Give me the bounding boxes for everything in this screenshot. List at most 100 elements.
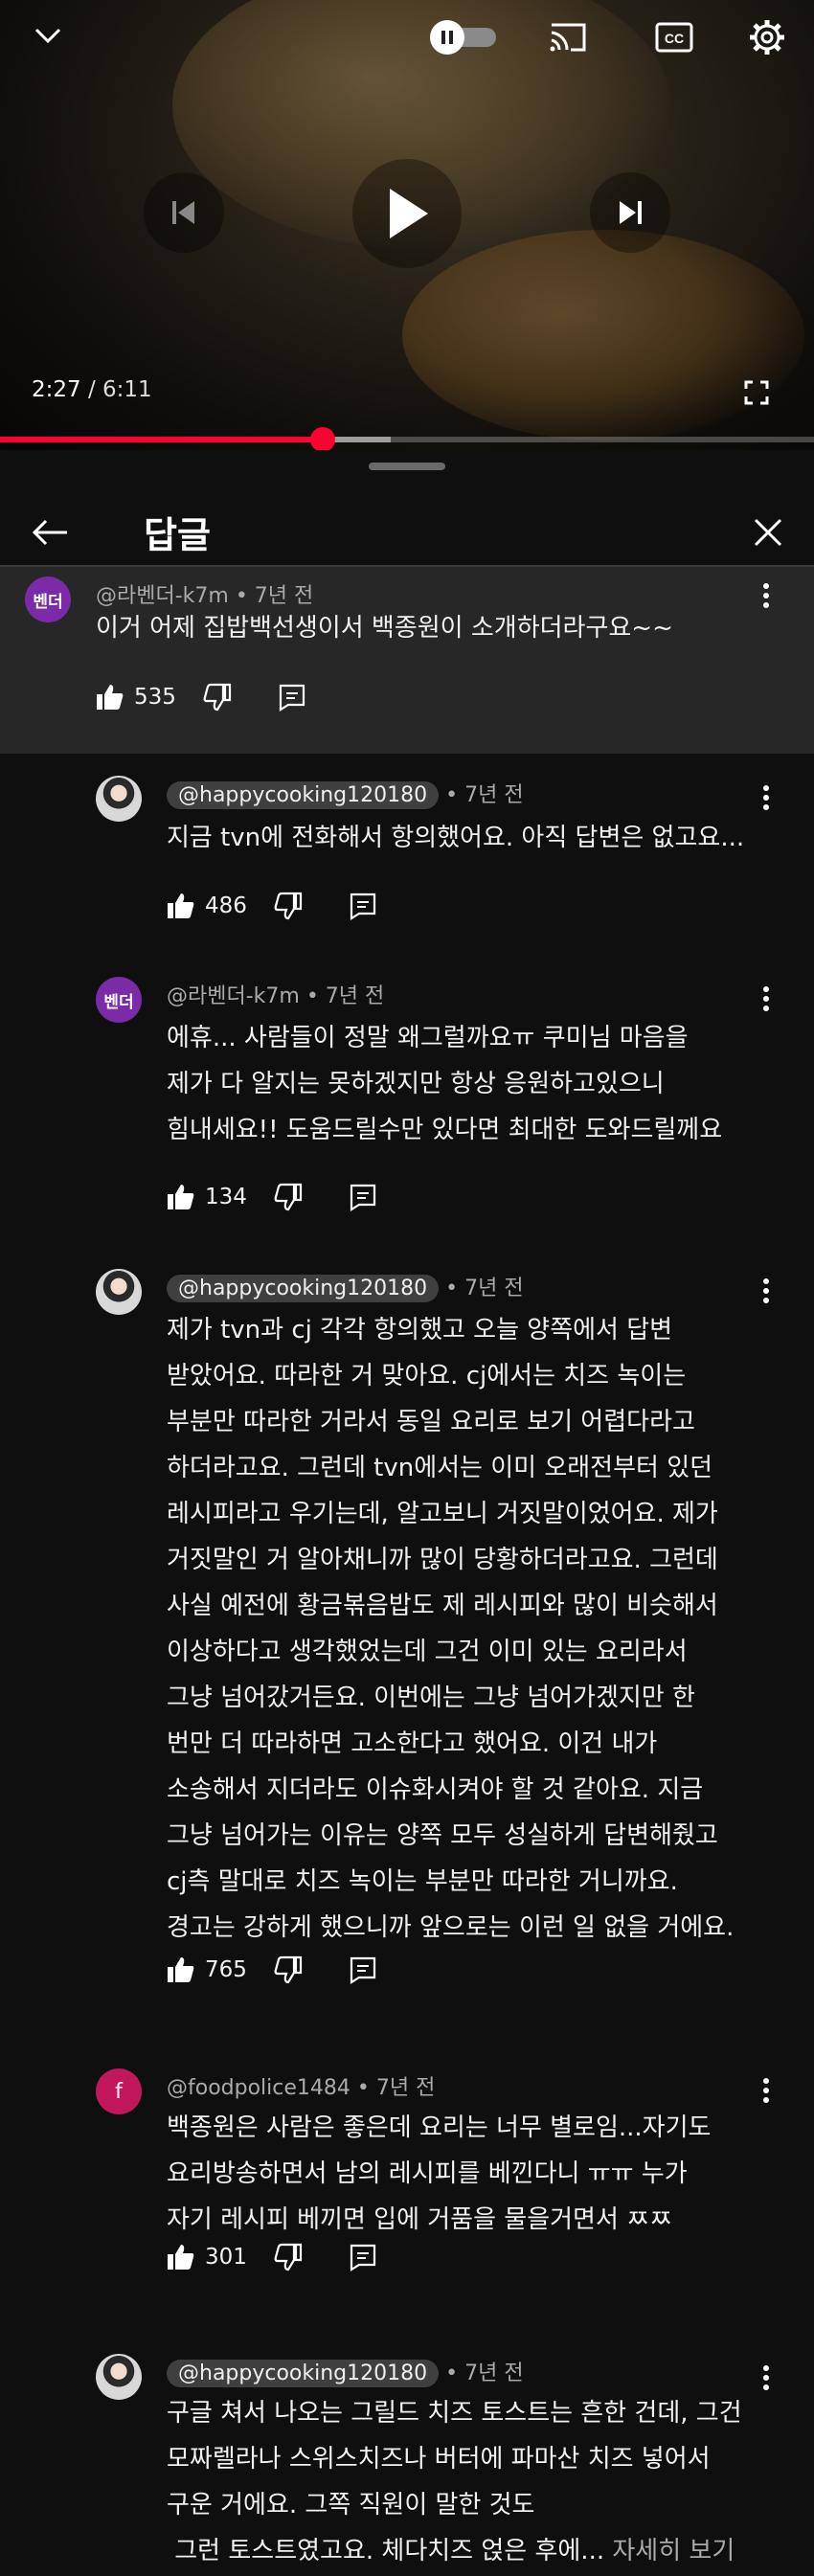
read-more-link[interactable]: 자세히 보기: [612, 2537, 735, 2565]
fullscreen-icon[interactable]: [739, 375, 774, 410]
comment-text: 구글 쳐서 나오는 그릴드 치즈 토스트는 흔한 건데, 그건 모짜렐라나 스위…: [167, 2390, 799, 2574]
comment-time: • 7년 전: [445, 1277, 524, 1300]
avatar[interactable]: 벤더: [96, 977, 142, 1023]
collapse-chevron-icon[interactable]: [29, 19, 67, 52]
like-icon[interactable]: [167, 1183, 195, 1211]
comment-text: 백종원은 사람은 좋은데 요리는 너무 별로임...자기도 요리방송하면서 남의…: [167, 2105, 780, 2243]
play-button[interactable]: [352, 159, 462, 268]
comment-line: 모짜렐라나 스위스치즈나 버터에 파마산 치즈 넣어서: [167, 2445, 711, 2474]
more-options-icon[interactable]: [757, 779, 776, 817]
like-icon[interactable]: [167, 1955, 195, 1984]
comment-line: 거짓말인 거 알아채니까 많이 당황하더라고요. 그런데: [167, 1546, 718, 1574]
avatar[interactable]: f: [96, 2068, 142, 2114]
like-icon[interactable]: [167, 2243, 195, 2271]
comment-meta: @라벤더-k7m • 7년 전: [167, 979, 384, 1009]
comment-line: 경고는 강하게 했으니까 앞으로는 이런 일 없을 거에요.: [167, 1913, 735, 1942]
comment-line: 지금 tvn에 전화해서 항의했어요. 아직 답변은 없고요...: [167, 824, 745, 852]
more-options-icon[interactable]: [757, 980, 776, 1018]
comment-time: • 7년 전: [305, 984, 385, 1008]
comment-line: 구운 거에요. 그쪽 직원이 말한 것도: [167, 2491, 535, 2520]
like-icon[interactable]: [96, 683, 124, 712]
comment-author[interactable]: @happycooking120180: [167, 781, 440, 809]
comment-line: 번만 더 따라하면 고소한다고 했어요. 이건 내가: [167, 1729, 658, 1758]
comment-meta: @happycooking120180 • 7년 전: [167, 2356, 524, 2387]
like-count: 765: [205, 1957, 247, 1982]
drag-handle[interactable]: [369, 463, 445, 470]
comment-time: • 7년 전: [445, 783, 524, 807]
comment-meta: @happycooking120180 • 7년 전: [167, 778, 524, 809]
like-count: 486: [205, 893, 247, 918]
comment-line: 제가 다 알지는 못하겠지만 항상 응원하고있으니: [167, 1070, 665, 1098]
comment-line: 받았어요. 따라한 거 맞아요. cj에서는 치즈 녹이는: [167, 1362, 687, 1390]
comment-text: 에휴... 사람들이 정말 왜그럴까요ㅠ 쿠미님 마음을 제가 다 알지는 못하…: [167, 1015, 780, 1153]
panel-title: 답글: [144, 514, 211, 556]
parent-comment: 벤더 @라벤더-k7m • 7년 전 이거 어제 집밥백선생이서 백종원이 소개…: [0, 567, 814, 754]
played-bar: [0, 437, 324, 442]
more-options-icon[interactable]: [757, 2071, 776, 2110]
like-count: 301: [205, 2245, 247, 2270]
autoplay-toggle[interactable]: [429, 19, 498, 56]
comment-line: 그냥 넘어가는 이유는 양쪽 모두 성실하게 답변해줬고: [167, 1821, 718, 1850]
comment-line: 백종원은 사람은 좋은데 요리는 너무 별로임...자기도: [167, 2113, 712, 2142]
comment-text: 제가 tvn과 cj 각각 항의했고 오늘 양쪽에서 답변 받았어요. 따라한 …: [167, 1307, 780, 1951]
comment-line: 소송해서 지더라도 이슈화시켜야 할 것 같아요. 지금: [167, 1775, 704, 1804]
reply-icon[interactable]: [349, 892, 377, 920]
comment-line: cj측 말대로 치즈 녹이는 부분만 따라한 거니까요.: [167, 1867, 678, 1896]
dislike-icon[interactable]: [203, 683, 232, 712]
progress-bar[interactable]: [0, 437, 814, 442]
comment-line-text: 그런 토스트였고요. 체다치즈 얹은 후에...: [167, 2537, 605, 2565]
comment-line: 사실 예전에 황금볶음밥도 제 레시피와 많이 비슷해서: [167, 1592, 718, 1620]
time-separator: /: [80, 377, 103, 402]
previous-video-button[interactable]: [144, 172, 224, 253]
comment-line: 자기 레시피 베끼면 입에 거품을 물을거면서 ㅉㅉ: [167, 2205, 672, 2234]
avatar[interactable]: [96, 2354, 142, 2400]
cast-icon[interactable]: [548, 19, 588, 56]
dislike-icon[interactable]: [274, 1955, 303, 1984]
dislike-icon[interactable]: [274, 892, 303, 920]
comment-author[interactable]: @라벤더-k7m: [167, 984, 300, 1008]
replies-panel: 답글 벤더 @라벤더-k7m • 7년 전 이거 어제 집밥백선생이서 백종원이…: [0, 450, 814, 2576]
like-count: 134: [205, 1185, 247, 1209]
comment-line: 레시피라고 우기는데, 알고보니 거짓말이었어요. 제가: [167, 1500, 718, 1528]
comment-actions: 301: [167, 2238, 377, 2276]
time-display: 2:27 / 6:11: [32, 377, 152, 402]
comment-line: 이상하다고 생각했었는데 그건 이미 있는 요리라서: [167, 1638, 688, 1666]
settings-gear-icon[interactable]: [747, 17, 787, 57]
comment-author[interactable]: @foodpolice1484: [167, 2076, 350, 2100]
comment-line: 에휴... 사람들이 정말 왜그럴까요ㅠ 쿠미님 마음을: [167, 1024, 689, 1052]
back-arrow-icon[interactable]: [27, 509, 73, 555]
comment-line: 부분만 따라한 거라서 동일 요리로 보기 어렵다라고: [167, 1408, 695, 1436]
more-options-icon[interactable]: [757, 1272, 776, 1310]
current-time: 2:27: [32, 377, 81, 402]
reply-icon[interactable]: [278, 683, 306, 712]
comment-actions: 765: [167, 1951, 377, 1989]
like-icon[interactable]: [167, 892, 195, 920]
comment-line: 요리방송하면서 남의 레시피를 베낀다니 ㅠㅠ 누가: [167, 2159, 688, 2188]
comment-time: • 7년 전: [445, 2361, 524, 2385]
avatar[interactable]: 벤더: [25, 576, 71, 622]
next-video-button[interactable]: [590, 172, 670, 253]
comment-text: 지금 tvn에 전화해서 항의했어요. 아직 답변은 없고요...: [167, 815, 780, 861]
captions-icon[interactable]: CC: [655, 19, 693, 56]
comment-line: 힘내세요!! 도움드릴수만 있다면 최대한 도와드릴께요: [167, 1116, 723, 1144]
comment-line: 제가 tvn과 cj 각각 항의했고 오늘 양쪽에서 답변: [167, 1316, 673, 1344]
avatar[interactable]: [96, 776, 142, 822]
like-count: 535: [134, 685, 176, 710]
comment-line: 그냥 넘어갔거든요. 이번에는 그냥 넘어가겠지만 한: [167, 1683, 695, 1712]
comment-meta: @foodpolice1484 • 7년 전: [167, 2070, 435, 2101]
reply-icon[interactable]: [349, 2243, 377, 2271]
comment-text: 이거 어제 집밥백선생이서 백종원이 소개하더라구요~~: [96, 614, 673, 643]
avatar[interactable]: [96, 1269, 142, 1315]
comment-meta: @happycooking120180 • 7년 전: [167, 1271, 524, 1302]
reply-icon[interactable]: [349, 1183, 377, 1211]
video-player[interactable]: CC 2:27 / 6:11: [0, 0, 814, 450]
comment-author[interactable]: @happycooking120180: [167, 1275, 440, 1302]
comment-line: 그런 토스트였고요. 체다치즈 얹은 후에... 자세히 보기: [167, 2528, 799, 2574]
comment-line: 하더라고요. 그런데 tvn에서는 이미 오래전부터 있던: [167, 1454, 713, 1482]
reply-icon[interactable]: [349, 1955, 377, 1984]
dislike-icon[interactable]: [274, 2243, 303, 2271]
close-icon[interactable]: [747, 511, 789, 554]
dislike-icon[interactable]: [274, 1183, 303, 1211]
comment-author[interactable]: @happycooking120180: [167, 2360, 440, 2387]
comment-actions: 134: [167, 1178, 377, 1216]
